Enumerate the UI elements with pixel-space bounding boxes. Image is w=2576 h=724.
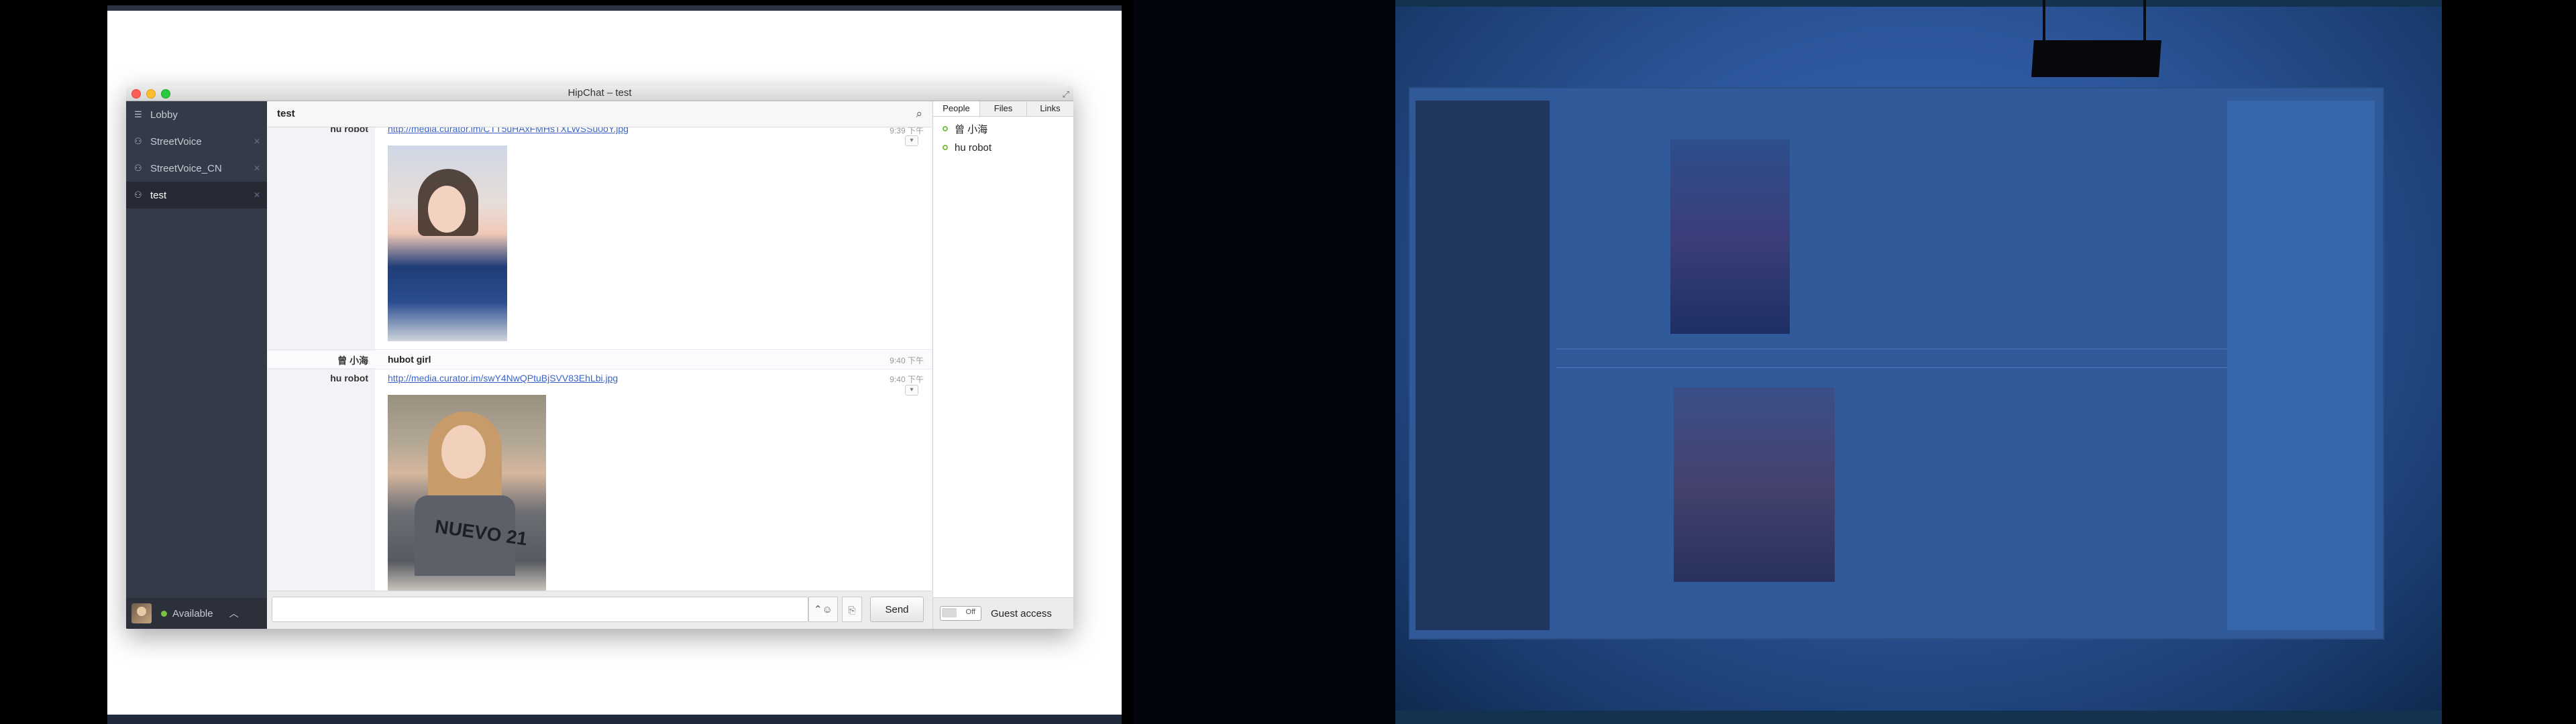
slide-top-stripe bbox=[107, 5, 1122, 11]
person-item[interactable]: 曾 小海 bbox=[933, 119, 1073, 138]
dark-gap bbox=[1134, 0, 1395, 724]
status-dot-icon bbox=[161, 610, 167, 617]
message-sender: 曾 小海 bbox=[337, 355, 368, 366]
sidebar-item-label: test bbox=[150, 189, 167, 201]
sidebar-item-lobby[interactable]: ☰ Lobby bbox=[126, 101, 267, 128]
room-title: test bbox=[277, 108, 295, 119]
sidebar-item-label: StreetVoice bbox=[150, 135, 202, 147]
sidebar-item-test[interactable]: ⚇ test ✕ bbox=[126, 182, 267, 208]
sidebar-item-streetvoice[interactable]: ⚇ StreetVoice ✕ bbox=[126, 128, 267, 155]
projected-sidebar bbox=[1415, 101, 1550, 630]
composer: ⌃☺ ⎘ Send bbox=[268, 591, 932, 629]
message-time: 9:40 下午 bbox=[890, 375, 924, 384]
sidebar-item-streetvoice-cn[interactable]: ⚇ StreetVoice_CN ✕ bbox=[126, 155, 267, 182]
close-icon[interactable]: ✕ bbox=[254, 164, 260, 173]
message-link[interactable]: http://media.curator.im/swY4NwQPtuBjSVV8… bbox=[388, 373, 618, 383]
chat-header: test ⌕ bbox=[268, 101, 932, 127]
person-name: 曾 小海 bbox=[955, 123, 988, 135]
search-icon[interactable]: ⌕ bbox=[916, 101, 922, 127]
message-link[interactable]: http://media.curator.im/CTT5uHAxFMHsTXLW… bbox=[388, 127, 629, 134]
guest-access-bar: Off Guest access bbox=[933, 597, 1073, 629]
room-icon: ⚇ bbox=[134, 190, 142, 200]
fullscreen-icon[interactable]: ⤢ bbox=[1063, 87, 1069, 102]
chevron-up-icon[interactable]: ︿ bbox=[229, 607, 239, 620]
person-item[interactable]: hu robot bbox=[933, 138, 1073, 157]
tab-files[interactable]: Files bbox=[980, 101, 1027, 116]
toggle-knob bbox=[942, 608, 957, 617]
message-row: 曾 小海 hubot girl 9:40 下午 bbox=[268, 351, 932, 368]
slide-bottom-stripe bbox=[107, 715, 1122, 724]
close-icon[interactable]: ✕ bbox=[254, 137, 260, 146]
close-icon[interactable]: ✕ bbox=[254, 190, 260, 200]
person-name: hu robot bbox=[955, 141, 992, 154]
titlebar: HipChat – test ⤢ bbox=[126, 86, 1073, 101]
tab-people[interactable]: People bbox=[933, 101, 980, 116]
presence-icon bbox=[943, 145, 948, 150]
emoji-button[interactable]: ⌃☺ bbox=[808, 597, 838, 622]
message-input[interactable] bbox=[272, 597, 808, 622]
chat-pane: test ⌕ hu robot http://media.curator.im/… bbox=[268, 101, 932, 629]
presence-icon bbox=[943, 126, 948, 131]
projected-roster bbox=[2227, 101, 2375, 630]
projected-divider bbox=[1556, 367, 2227, 368]
room-icon: ⚇ bbox=[134, 163, 142, 173]
sidebar-item-label: StreetVoice_CN bbox=[150, 162, 222, 174]
minimize-button[interactable] bbox=[146, 89, 156, 99]
projected-image bbox=[1670, 139, 1790, 334]
status-label: Available bbox=[172, 607, 213, 619]
window-title: HipChat – test bbox=[568, 87, 632, 99]
divider bbox=[268, 349, 932, 350]
image-face bbox=[428, 186, 466, 233]
message-image[interactable] bbox=[388, 145, 507, 341]
guest-access-toggle[interactable]: Off bbox=[940, 606, 981, 621]
window-controls bbox=[131, 89, 170, 99]
message-sender: hu robot bbox=[330, 373, 368, 383]
message-row: hu robot http://media.curator.im/CTT5uHA… bbox=[268, 127, 932, 351]
hipchat-window: HipChat – test ⤢ ☰ Lobby ⚇ StreetVoice ✕… bbox=[126, 86, 1073, 629]
message-list: hu robot http://media.curator.im/CTT5uHA… bbox=[268, 127, 932, 591]
image-face bbox=[441, 425, 486, 479]
attach-icon[interactable]: ⎘ bbox=[842, 597, 862, 622]
send-button[interactable]: Send bbox=[870, 597, 924, 622]
message-row: hu robot http://media.curator.im/swY4NwQ… bbox=[268, 370, 932, 591]
sidebar: ☰ Lobby ⚇ StreetVoice ✕ ⚇ StreetVoice_CN… bbox=[126, 101, 267, 629]
list-icon: ☰ bbox=[134, 109, 142, 119]
tab-links[interactable]: Links bbox=[1027, 101, 1073, 116]
toggle-state: Off bbox=[965, 608, 975, 616]
sidebar-item-label: Lobby bbox=[150, 109, 178, 121]
chevron-down-icon[interactable]: ▾ bbox=[905, 135, 918, 146]
guest-access-label: Guest access bbox=[991, 607, 1052, 619]
room-icon: ⚇ bbox=[134, 136, 142, 146]
ceiling-projector bbox=[2029, 0, 2163, 77]
message-sender: hu robot bbox=[330, 127, 368, 134]
roster-tabs: People Files Links bbox=[933, 101, 1073, 117]
projected-image bbox=[1674, 387, 1835, 582]
status-bar[interactable]: Available ︿ bbox=[126, 598, 267, 629]
message-text: hubot girl bbox=[388, 354, 431, 365]
close-button[interactable] bbox=[131, 89, 141, 99]
projector-body bbox=[2031, 40, 2161, 77]
dark-edge bbox=[2442, 0, 2576, 724]
message-time: 9:40 下午 bbox=[890, 356, 924, 365]
chevron-down-icon[interactable]: ▾ bbox=[905, 385, 918, 396]
avatar[interactable] bbox=[131, 603, 152, 623]
message-image[interactable]: NUEVO 21 bbox=[388, 395, 546, 591]
zoom-button[interactable] bbox=[161, 89, 170, 99]
roster-panel: People Files Links 曾 小海 hu robot Off Gue… bbox=[932, 101, 1073, 629]
